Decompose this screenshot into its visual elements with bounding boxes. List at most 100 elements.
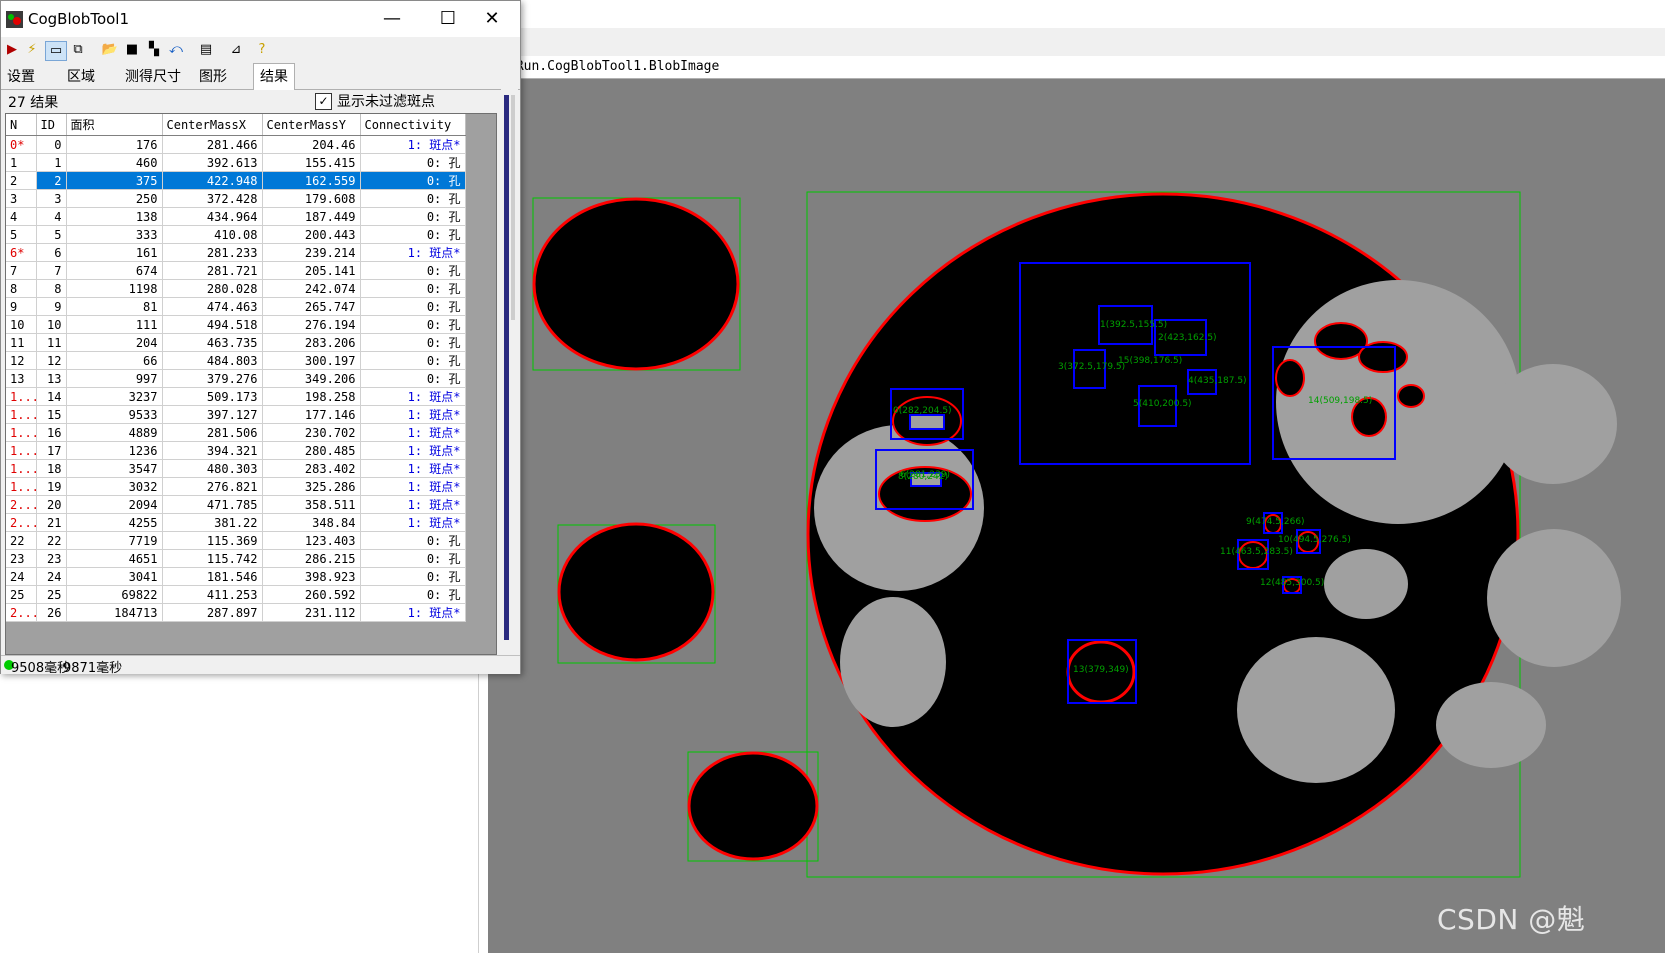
table-cell: 381.22 <box>162 513 263 532</box>
blob-tool-window: CogBlobTool1 — ☐ ✕ ▶ ⚡ ▭ ⧉ 📂 ■ ▚ ⤺ ▤ ⊿ ?… <box>0 0 521 676</box>
table-row[interactable]: 13 13 997 379.276 349.206 0: 孔 <box>6 369 466 388</box>
table-row[interactable]: 25 25 69822 411.253 260.592 0: 孔 <box>6 585 466 604</box>
save-icon[interactable]: ■ <box>123 41 141 59</box>
run-icon[interactable]: ▶ <box>3 41 21 59</box>
table-cell: 333 <box>66 225 163 244</box>
reset-icon[interactable]: ⤺ <box>167 41 185 59</box>
electric-run-icon[interactable]: ⚡ <box>23 41 41 59</box>
table-cell: 155.415 <box>262 153 361 172</box>
table-cell: 19 <box>36 477 67 496</box>
blob-21 <box>1237 637 1395 783</box>
window-scrollbar[interactable] <box>501 89 518 657</box>
table-cell: 138 <box>66 207 163 226</box>
open-folder-icon[interactable]: 📂 <box>101 41 119 59</box>
label-8: 8(280,242) <box>898 472 948 482</box>
tab-measurements[interactable]: 测得尺寸 <box>119 66 187 88</box>
table-row[interactable]: 23 23 4651 115.742 286.215 0: 孔 <box>6 549 466 568</box>
table-row[interactable]: 1...171236394.321280.4851: 斑点* <box>6 441 466 460</box>
help-icon[interactable]: ? <box>253 41 271 59</box>
label-15: 15(398,176.5) <box>1118 356 1182 366</box>
table-row[interactable]: 2...214255381.22348.841: 斑点* <box>6 513 466 532</box>
table-cell: 11 <box>6 333 37 352</box>
table-row[interactable]: 10 10 111 494.518 276.194 0: 孔 <box>6 315 466 334</box>
table-cell: 14 <box>36 387 67 406</box>
table-row[interactable]: 2...26184713287.897231.1121: 斑点* <box>6 603 466 622</box>
show-unfiltered-checkbox[interactable]: ✓ <box>315 93 332 110</box>
header-centermassx[interactable]: CenterMassX <box>162 114 263 136</box>
table-cell: 66 <box>66 351 163 370</box>
table-cell: 6 <box>36 243 67 262</box>
table-cell: 260.592 <box>262 585 361 604</box>
table-cell: 115.369 <box>162 531 263 550</box>
show-image-icon[interactable]: ▭ <box>45 41 67 61</box>
table-row[interactable]: 3 3 250 372.428 179.608 0: 孔 <box>6 189 466 208</box>
table-row[interactable]: 7 7 674 281.721 205.141 0: 孔 <box>6 261 466 280</box>
table-cell: 509.173 <box>162 387 263 406</box>
table-cell: 1: 斑点* <box>360 477 466 496</box>
table-row[interactable]: 1 1 460 392.613 155.415 0: 孔 <box>6 153 466 172</box>
table-row[interactable]: 5 5 333 410.08 200.443 0: 孔 <box>6 225 466 244</box>
table-row[interactable]: 22 22 7719 115.369 123.403 0: 孔 <box>6 531 466 550</box>
header-n[interactable]: N <box>6 114 37 136</box>
properties-icon[interactable]: ▤ <box>197 41 215 59</box>
header-id[interactable]: ID <box>36 114 67 136</box>
table-cell: 434.964 <box>162 207 263 226</box>
table-cell: 6* <box>6 243 37 262</box>
table-row[interactable]: 0* 0 176 281.466 204.46 1: 斑点* <box>6 135 466 154</box>
scrollbar-thumb[interactable] <box>511 95 515 320</box>
table-row[interactable]: 9 9 81 474.463 265.747 0: 孔 <box>6 297 466 316</box>
table-cell: 3041 <box>66 567 163 586</box>
table-cell: 1... <box>6 405 37 424</box>
table-cell: 0: 孔 <box>360 225 466 244</box>
header-centermassy[interactable]: CenterMassY <box>262 114 361 136</box>
chart-icon[interactable]: ⊿ <box>227 41 245 59</box>
label-9: 9(474.5,266) <box>1246 517 1305 527</box>
header-connectivity[interactable]: Connectivity <box>360 114 466 136</box>
table-row[interactable]: 24 24 3041 181.546 398.923 0: 孔 <box>6 567 466 586</box>
table-cell: 22 <box>6 531 37 550</box>
tab-region[interactable]: 区域 <box>61 66 101 88</box>
close-button[interactable]: ✕ <box>464 1 520 37</box>
table-row[interactable]: 1...143237509.173198.2581: 斑点* <box>6 387 466 406</box>
blob-image-display[interactable]: 1(392.5,155.5) 2(423,162.5) 3(372.5,179.… <box>488 79 1665 953</box>
table-row[interactable]: 4 4 138 434.964 187.449 0: 孔 <box>6 207 466 226</box>
table-cell: 1: 斑点* <box>360 459 466 478</box>
table-row[interactable]: 12 12 66 484.803 300.197 0: 孔 <box>6 351 466 370</box>
table-row[interactable]: 11 11 204 463.735 283.206 0: 孔 <box>6 333 466 352</box>
table-row[interactable]: 1...164889281.506230.7021: 斑点* <box>6 423 466 442</box>
table-cell: 7 <box>36 261 67 280</box>
table-row[interactable]: 2 2 375 422.948 162.559 0: 孔 <box>6 171 466 190</box>
copy-image-icon[interactable]: ⧉ <box>69 41 87 59</box>
table-cell: 23 <box>6 549 37 568</box>
table-cell: 3237 <box>66 387 163 406</box>
table-cell: 4 <box>6 207 37 226</box>
network-icon[interactable]: ▚ <box>145 41 163 59</box>
tab-settings[interactable]: 设置 <box>1 66 41 88</box>
tab-graphics[interactable]: 图形 <box>193 66 233 88</box>
table-row[interactable]: 1...183547480.303283.4021: 斑点* <box>6 459 466 478</box>
results-grid[interactable]: N ID 面积 CenterMassX CenterMassY Connecti… <box>5 113 497 655</box>
table-cell: 463.735 <box>162 333 263 352</box>
window-titlebar[interactable]: CogBlobTool1 — ☐ ✕ <box>1 1 520 37</box>
image-display-title: tRun.CogBlobTool1.BlobImage <box>508 59 720 74</box>
table-cell: 115.742 <box>162 549 263 568</box>
table-cell: 161 <box>66 243 163 262</box>
table-cell: 8 <box>6 279 37 298</box>
table-row[interactable]: 8 8 1198 280.028 242.074 0: 孔 <box>6 279 466 298</box>
table-cell: 3 <box>6 189 37 208</box>
table-cell: 1... <box>6 459 37 478</box>
table-cell: 394.321 <box>162 441 263 460</box>
table-row[interactable]: 6* 6 161 281.233 239.214 1: 斑点* <box>6 243 466 262</box>
table-cell: 2... <box>6 603 37 622</box>
tab-results[interactable]: 结果 <box>253 63 295 90</box>
header-area[interactable]: 面积 <box>66 114 163 136</box>
table-row[interactable]: 1...193032276.821325.2861: 斑点* <box>6 477 466 496</box>
table-cell: 20 <box>36 495 67 514</box>
minimize-button[interactable]: — <box>364 1 420 37</box>
table-cell: 0: 孔 <box>360 333 466 352</box>
table-row[interactable]: 2...202094471.785358.5111: 斑点* <box>6 495 466 514</box>
table-row[interactable]: 1...159533397.127177.1461: 斑点* <box>6 405 466 424</box>
hole-4 <box>1397 384 1425 408</box>
toolbar: ▶ ⚡ ▭ ⧉ 📂 ■ ▚ ⤺ ▤ ⊿ ? <box>1 37 520 63</box>
table-cell: 13 <box>36 369 67 388</box>
